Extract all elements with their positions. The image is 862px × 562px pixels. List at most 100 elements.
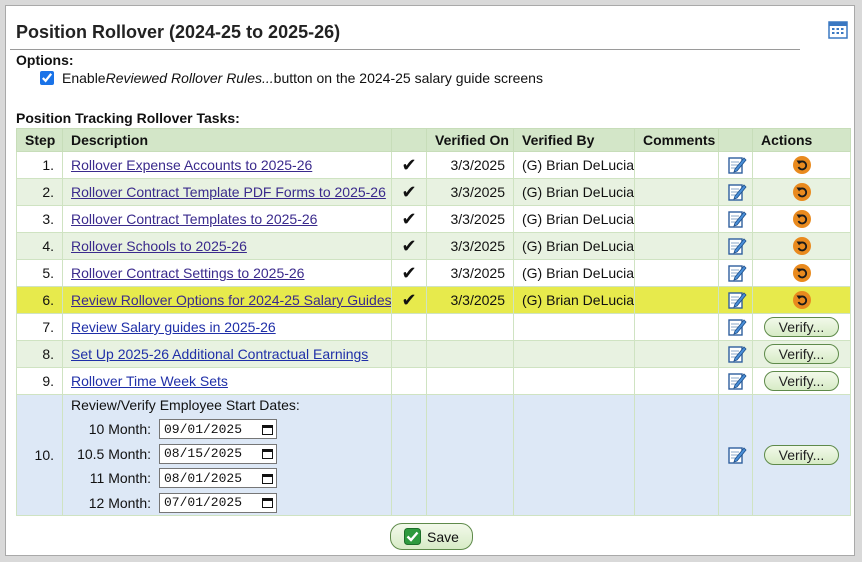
edit-cell	[718, 259, 753, 287]
edit-note-icon[interactable]	[727, 445, 747, 465]
col-actions: Actions	[752, 128, 851, 152]
edit-note-icon[interactable]	[727, 209, 747, 229]
edit-note-icon[interactable]	[727, 182, 747, 202]
edit-note-icon[interactable]	[727, 155, 747, 175]
calendar-picker-icon[interactable]	[262, 497, 273, 509]
undo-icon[interactable]	[792, 237, 811, 256]
task-link[interactable]: Rollover Time Week Sets	[71, 373, 228, 389]
undo-icon[interactable]	[792, 264, 811, 283]
calendar-picker-icon[interactable]	[262, 448, 273, 460]
table-row: 1. Rollover Expense Accounts to 2025-26 ✔ 3…	[16, 151, 851, 179]
calendar-icon[interactable]	[828, 19, 848, 39]
start-date-input[interactable]: 08/01/2025	[159, 468, 277, 489]
enable-reviewed-rules-option[interactable]: Enable Reviewed Rollover Rules... button…	[40, 70, 543, 86]
rollover-tasks-table: Step Description Verified On Verified By…	[16, 128, 851, 516]
verify-button[interactable]: Verify...	[763, 317, 840, 337]
verify-button[interactable]: Verify...	[763, 371, 840, 391]
action-cell: Verify...	[752, 313, 851, 341]
verified-on-cell: 3/3/2025	[426, 151, 514, 179]
check-cell	[391, 340, 427, 368]
undo-icon[interactable]	[792, 156, 811, 175]
calendar-picker-icon[interactable]	[262, 473, 273, 484]
option-text-suffix: button on the 2024-25 salary guide scree…	[273, 70, 543, 86]
action-cell	[752, 205, 851, 233]
task-link[interactable]: Rollover Contract Settings to 2025-26	[71, 265, 304, 281]
col-edit	[718, 128, 753, 152]
verified-by-cell: (G) Brian DeLucia	[513, 205, 635, 233]
description-cell: Review Rollover Options for 2024-25 Sala…	[62, 286, 392, 314]
col-verified-by: Verified By	[513, 128, 635, 152]
edit-cell	[718, 313, 753, 341]
edit-note-icon[interactable]	[727, 290, 747, 310]
option-text-prefix: Enable	[62, 70, 106, 86]
verified-by-cell	[513, 313, 635, 341]
start-date-input[interactable]: 09/01/2025	[159, 419, 277, 440]
start-date-input[interactable]: 07/01/2025	[159, 492, 277, 513]
edit-cell	[718, 367, 753, 395]
task-link[interactable]: Set Up 2025-26 Additional Contractual Ea…	[71, 346, 368, 362]
verify-button[interactable]: Verify...	[763, 445, 840, 465]
step-number: 1.	[16, 151, 63, 179]
task-link[interactable]: Rollover Schools to 2025-26	[71, 238, 247, 254]
task-link[interactable]: Rollover Expense Accounts to 2025-26	[71, 157, 312, 173]
edit-note-icon[interactable]	[727, 344, 747, 364]
comments-cell	[634, 151, 719, 179]
description-cell: Rollover Time Week Sets	[62, 367, 392, 395]
enable-reviewed-rules-checkbox[interactable]	[40, 71, 54, 85]
action-cell: Verify...	[752, 394, 851, 516]
check-cell: ✔	[391, 178, 427, 206]
start-date-label: 12 Month:	[88, 494, 151, 511]
task-link[interactable]: Rollover Contract Template PDF Forms to …	[71, 184, 386, 200]
checkmark-icon: ✔	[401, 209, 417, 229]
options-heading: Options:	[16, 52, 74, 68]
description-cell: Rollover Contract Settings to 2025-26	[62, 259, 392, 287]
action-cell	[752, 151, 851, 179]
edit-note-icon[interactable]	[727, 263, 747, 283]
comments-cell	[634, 286, 719, 314]
verified-by-cell: (G) Brian DeLucia	[513, 286, 635, 314]
check-cell: ✔	[391, 259, 427, 287]
checkmark-icon: ✔	[401, 155, 417, 175]
edit-cell	[718, 151, 753, 179]
task-link[interactable]: Review Rollover Options for 2024-25 Sala…	[71, 292, 391, 308]
task-link[interactable]: Rollover Contract Templates to 2025-26	[71, 211, 317, 227]
save-label: Save	[427, 528, 459, 545]
start-date-value: 08/01/2025	[164, 470, 243, 486]
table-row: 6. Review Rollover Options for 2024-25 Sa…	[16, 286, 851, 314]
check-cell: ✔	[391, 286, 427, 314]
calendar-picker-icon[interactable]	[262, 424, 273, 435]
verified-by-cell: (G) Brian DeLucia	[513, 151, 635, 179]
check-cell	[391, 394, 427, 516]
start-date-input[interactable]: 08/15/2025	[159, 443, 277, 464]
verified-on-cell	[426, 367, 514, 395]
edit-cell	[718, 232, 753, 260]
tasks-heading: Position Tracking Rollover Tasks:	[16, 110, 240, 126]
undo-icon[interactable]	[792, 291, 811, 310]
edit-note-icon[interactable]	[727, 317, 747, 337]
rollover-panel: Position Rollover (2024-25 to 2025-26) O…	[5, 5, 855, 556]
table-row-start-dates: 10. Review/Verify Employee Start Dates: …	[16, 394, 851, 516]
step-number: 8.	[16, 340, 63, 368]
start-date-row: 11 Month: 08/01/2025	[71, 466, 383, 491]
option-text-em: Reviewed Rollover Rules...	[105, 70, 274, 86]
verified-on-cell: 3/3/2025	[426, 178, 514, 206]
step-number: 5.	[16, 259, 63, 287]
undo-icon[interactable]	[792, 210, 811, 229]
save-check-icon	[404, 528, 422, 545]
edit-note-icon[interactable]	[727, 236, 747, 256]
edit-note-icon[interactable]	[727, 371, 747, 391]
verified-by-cell	[513, 394, 635, 516]
comments-cell	[634, 394, 719, 516]
description-cell: Review Salary guides in 2025-26	[62, 313, 392, 341]
task-link[interactable]: Review Salary guides in 2025-26	[71, 319, 276, 335]
comments-cell	[634, 259, 719, 287]
undo-icon[interactable]	[792, 183, 811, 202]
description-cell: Rollover Schools to 2025-26	[62, 232, 392, 260]
action-cell: Verify...	[752, 367, 851, 395]
start-dates-cell: Review/Verify Employee Start Dates: 10 M…	[62, 394, 392, 516]
col-step: Step	[16, 128, 63, 152]
start-date-label: 10.5 Month:	[77, 445, 151, 462]
comments-cell	[634, 232, 719, 260]
verify-button[interactable]: Verify...	[763, 344, 840, 364]
save-button[interactable]: Save	[390, 523, 473, 550]
